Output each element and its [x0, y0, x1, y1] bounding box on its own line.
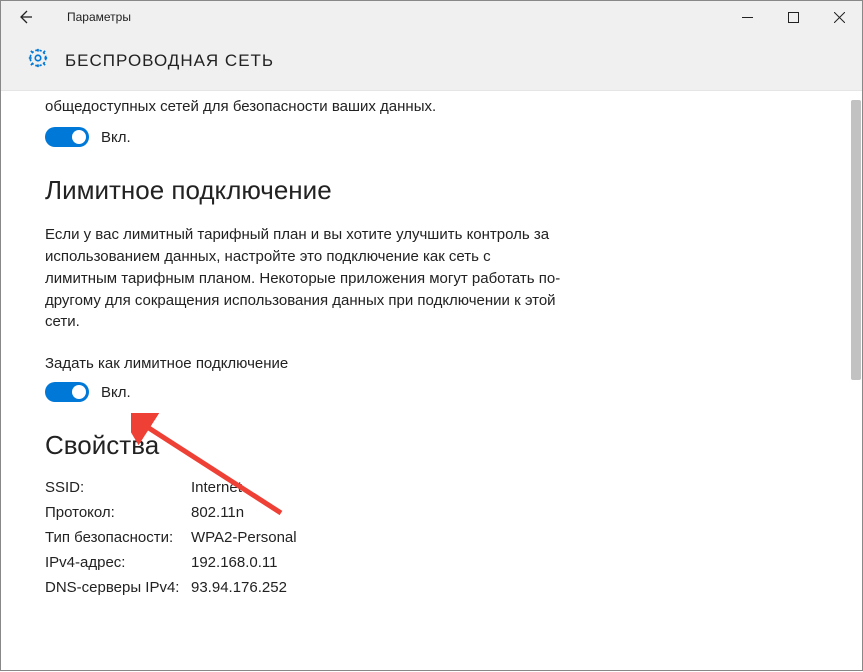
prop-row: DNS-серверы IPv4: 93.94.176.252 — [45, 579, 565, 596]
minimize-icon — [742, 12, 753, 23]
prop-val: 93.94.176.252 — [191, 579, 565, 596]
metered-toggle-row: Вкл. — [45, 382, 565, 402]
prop-val: WPA2-Personal — [191, 529, 565, 546]
content-area: общедоступных сетей для безопасности ваш… — [1, 91, 862, 672]
page-header: БЕСПРОВОДНАЯ СЕТЬ — [1, 33, 862, 91]
public-toggle-label: Вкл. — [101, 129, 131, 146]
gear-icon — [27, 47, 49, 74]
public-network-toggle-row: Вкл. — [45, 127, 565, 147]
prop-val: Internet — [191, 479, 565, 496]
public-network-desc-fragment: общедоступных сетей для безопасности ваш… — [45, 97, 565, 117]
metered-sub-label: Задать как лимитное подключение — [45, 355, 565, 372]
close-button[interactable] — [816, 1, 862, 33]
prop-row: Тип безопасности: WPA2-Personal — [45, 529, 565, 546]
properties-table: SSID: Internet Протокол: 802.11n Тип без… — [45, 479, 565, 596]
public-network-toggle[interactable] — [45, 127, 89, 147]
prop-row: SSID: Internet — [45, 479, 565, 496]
prop-key: Протокол: — [45, 504, 191, 521]
page-title: БЕСПРОВОДНАЯ СЕТЬ — [65, 51, 274, 71]
metered-toggle-label: Вкл. — [101, 384, 131, 401]
maximize-icon — [788, 12, 799, 23]
prop-key: SSID: — [45, 479, 191, 496]
metered-section-title: Лимитное подключение — [45, 175, 565, 206]
titlebar: Параметры — [1, 1, 862, 33]
back-button[interactable] — [9, 1, 41, 33]
prop-key: DNS-серверы IPv4: — [45, 579, 191, 596]
prop-row: IPv4-адрес: 192.168.0.11 — [45, 554, 565, 571]
properties-section-title: Свойства — [45, 430, 565, 461]
metered-section-desc: Если у вас лимитный тарифный план и вы х… — [45, 224, 565, 333]
metered-toggle[interactable] — [45, 382, 89, 402]
scrollbar-thumb[interactable] — [851, 100, 861, 380]
window-controls — [724, 1, 862, 33]
prop-key: IPv4-адрес: — [45, 554, 191, 571]
minimize-button[interactable] — [724, 1, 770, 33]
prop-val: 802.11n — [191, 504, 565, 521]
prop-row: Протокол: 802.11n — [45, 504, 565, 521]
maximize-button[interactable] — [770, 1, 816, 33]
arrow-left-icon — [17, 9, 33, 25]
prop-val: 192.168.0.11 — [191, 554, 565, 571]
close-icon — [834, 12, 845, 23]
app-title: Параметры — [67, 10, 131, 24]
prop-key: Тип безопасности: — [45, 529, 191, 546]
